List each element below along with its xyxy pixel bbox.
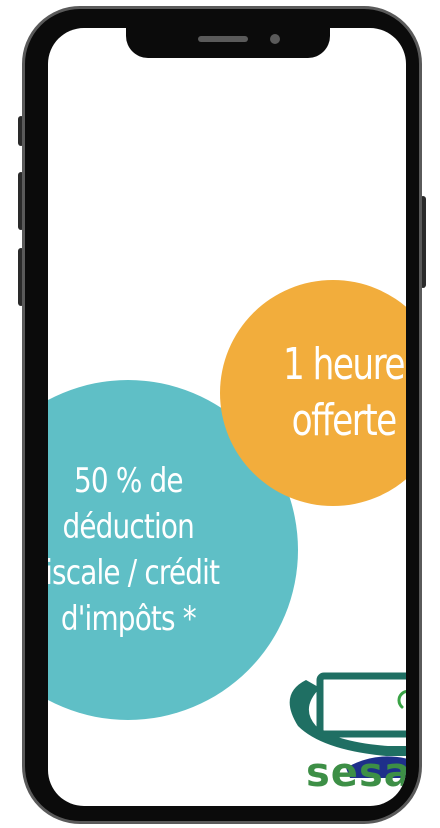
phone-screen: 50 % de déduction fiscale / crédit d'imp… <box>48 28 406 806</box>
free-hour-line-2: offerte <box>291 395 398 446</box>
free-hour-line-1: 1 heure <box>283 339 406 390</box>
logo-swoosh <box>289 680 406 756</box>
stage: 50 % de déduction fiscale / crédit d'imp… <box>0 0 440 828</box>
tax-deduction-line-4: d'impôts * <box>60 599 196 639</box>
phone-notch <box>126 28 330 58</box>
logo-screen-outline <box>316 672 406 738</box>
speaker-grille <box>198 36 248 42</box>
brand-name: sesa <box>306 750 406 796</box>
tax-deduction-line-3: fiscale / crédit <box>48 553 220 593</box>
tax-deduction-line-1: 50 % de <box>73 461 184 501</box>
tax-deduction-line-2: déduction <box>62 507 194 547</box>
power-icon <box>397 690 406 709</box>
front-camera <box>270 34 280 44</box>
power-icon-arc <box>397 690 406 709</box>
